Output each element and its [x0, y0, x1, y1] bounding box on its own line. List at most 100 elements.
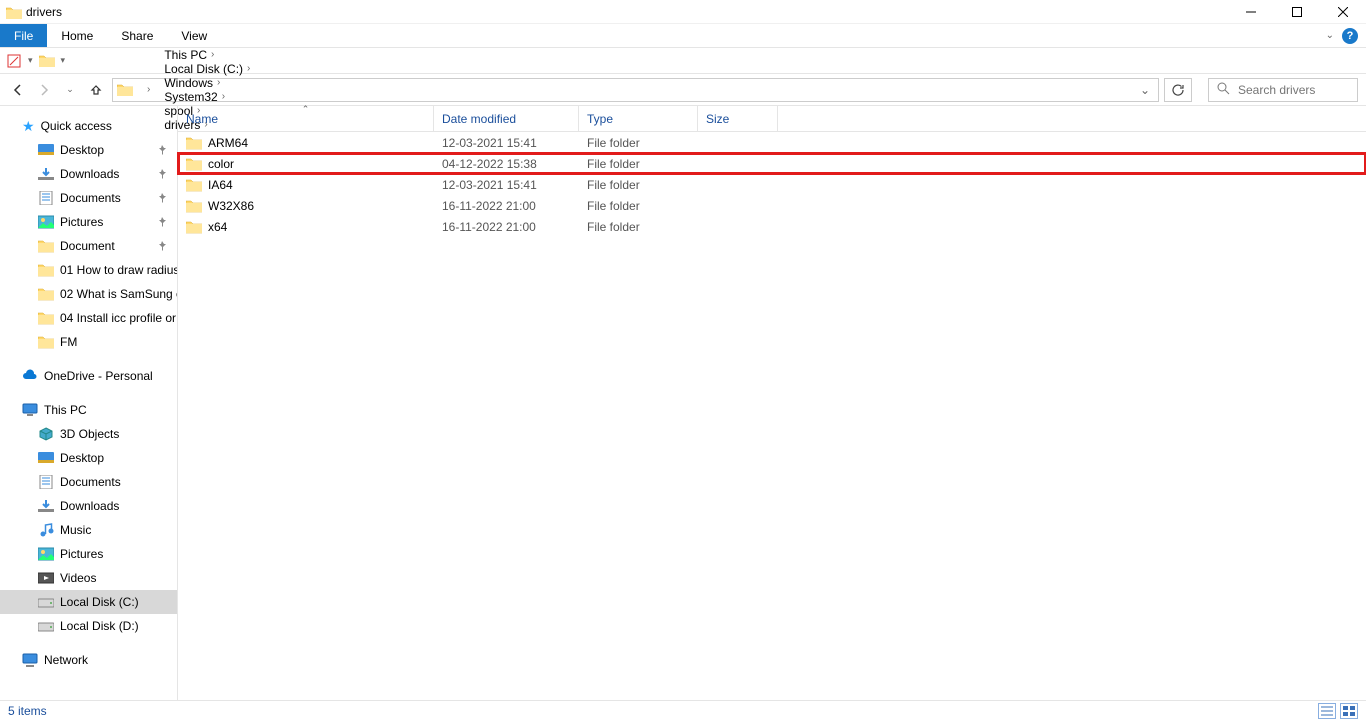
file-list: Name ⌃ Date modified Type Size ARM6412-0… — [178, 106, 1366, 700]
sidebar-item[interactable]: Local Disk (C:) — [0, 590, 177, 614]
recent-locations-button[interactable]: ⌄ — [60, 80, 80, 100]
sidebar-onedrive[interactable]: OneDrive - Personal — [0, 364, 177, 388]
breadcrumb-segment[interactable]: Local Disk (C:)› — [160, 62, 258, 76]
forward-button[interactable] — [34, 80, 54, 100]
sidebar-item[interactable]: 04 Install icc profile or — [0, 306, 177, 330]
drive-icon — [38, 619, 54, 633]
breadcrumb-segment[interactable]: System32› — [160, 90, 258, 104]
table-row[interactable]: color04-12-2022 15:38File folder — [178, 153, 1366, 174]
breadcrumb-segment[interactable]: This PC› — [160, 48, 258, 62]
sidebar-label: Network — [44, 653, 88, 667]
3d-icon — [38, 427, 54, 441]
sidebar-quickaccess[interactable]: ★ Quick access — [0, 114, 177, 138]
status-text: 5 items — [8, 704, 47, 718]
sidebar-item[interactable]: Local Disk (D:) — [0, 614, 177, 638]
sidebar-thispc[interactable]: This PC — [0, 398, 177, 422]
ribbon-chevron-icon[interactable]: ⌄ — [1326, 30, 1334, 41]
sidebar-item[interactable]: 02 What is SamSung c — [0, 282, 177, 306]
sidebar-item-label: Desktop — [60, 451, 104, 465]
address-bar[interactable]: › This PC›Local Disk (C:)›Windows›System… — [112, 78, 1159, 102]
pin-icon — [157, 240, 169, 252]
row-type: File folder — [579, 157, 698, 171]
row-type: File folder — [579, 199, 698, 213]
refresh-button[interactable] — [1164, 78, 1192, 102]
search-input[interactable] — [1238, 80, 1349, 100]
sidebar-item-label: 02 What is SamSung c — [60, 287, 177, 301]
view-details-button[interactable] — [1318, 703, 1336, 719]
sidebar-item[interactable]: Desktop — [0, 446, 177, 470]
sidebar-item[interactable]: Downloads — [0, 162, 177, 186]
maximize-button[interactable] — [1274, 0, 1320, 24]
back-button[interactable] — [8, 80, 28, 100]
sidebar-item[interactable]: Music — [0, 518, 177, 542]
table-row[interactable]: W32X8616-11-2022 21:00File folder — [178, 195, 1366, 216]
sidebar-item[interactable]: 3D Objects — [0, 422, 177, 446]
column-label: Type — [587, 112, 613, 126]
qat-chevron-icon[interactable]: ▾ — [28, 55, 33, 66]
crumb-root-chevron[interactable]: › — [139, 84, 158, 95]
sidebar-item-label: Pictures — [60, 215, 103, 229]
status-bar: 5 items — [0, 700, 1366, 720]
folder-icon — [186, 178, 202, 192]
sidebar-item-label: Local Disk (D:) — [60, 619, 139, 633]
column-name[interactable]: Name ⌃ — [178, 106, 434, 131]
address-dropdown-icon[interactable]: ⌄ — [1136, 83, 1154, 97]
qat-chevron2-icon[interactable]: ▾ — [61, 55, 66, 66]
close-button[interactable] — [1320, 0, 1366, 24]
row-date: 12-03-2021 15:41 — [434, 136, 579, 150]
sidebar-item[interactable]: Document — [0, 234, 177, 258]
breadcrumb-segment[interactable]: Windows› — [160, 76, 258, 90]
sidebar-label: This PC — [44, 403, 87, 417]
sidebar-item[interactable]: Pictures — [0, 210, 177, 234]
ribbon-tabs: File Home Share View ⌄ ? — [0, 24, 1366, 48]
sidebar-item[interactable]: Downloads — [0, 494, 177, 518]
column-size[interactable]: Size — [698, 106, 778, 131]
sidebar-item[interactable]: Desktop — [0, 138, 177, 162]
sidebar-item-label: Music — [60, 523, 91, 537]
tab-file[interactable]: File — [0, 24, 47, 47]
row-name: x64 — [208, 220, 227, 234]
search-box[interactable] — [1208, 78, 1358, 102]
tab-share[interactable]: Share — [107, 24, 167, 47]
qat-newfolder-icon[interactable] — [39, 53, 55, 69]
downloads-icon — [38, 167, 54, 181]
row-date: 16-11-2022 21:00 — [434, 199, 579, 213]
table-row[interactable]: ARM6412-03-2021 15:41File folder — [178, 132, 1366, 153]
folder-icon — [186, 220, 202, 234]
row-date: 04-12-2022 15:38 — [434, 157, 579, 171]
view-large-button[interactable] — [1340, 703, 1358, 719]
sidebar-network[interactable]: Network — [0, 648, 177, 672]
sidebar-item[interactable]: Documents — [0, 186, 177, 210]
network-icon — [22, 653, 38, 667]
drive-icon — [38, 595, 54, 609]
window-folder-icon — [6, 6, 20, 18]
music-icon — [38, 523, 54, 537]
sidebar-item-label: 04 Install icc profile or — [60, 311, 176, 325]
tab-home[interactable]: Home — [47, 24, 107, 47]
sidebar-item-label: FM — [60, 335, 77, 349]
table-row[interactable]: IA6412-03-2021 15:41File folder — [178, 174, 1366, 195]
qat-properties-icon[interactable] — [6, 53, 22, 69]
address-folder-icon — [117, 83, 133, 97]
sidebar-item[interactable]: Videos — [0, 566, 177, 590]
row-date: 12-03-2021 15:41 — [434, 178, 579, 192]
help-icon[interactable]: ? — [1342, 28, 1358, 44]
sidebar-item[interactable]: Documents — [0, 470, 177, 494]
navigation-pane: ★ Quick access DesktopDownloadsDocuments… — [0, 106, 178, 700]
sidebar-item-label: Local Disk (C:) — [60, 595, 139, 609]
sidebar-label: Quick access — [41, 119, 112, 133]
sidebar-item-label: Documents — [60, 475, 121, 489]
sidebar-item[interactable]: FM — [0, 330, 177, 354]
up-button[interactable] — [86, 80, 106, 100]
row-name: IA64 — [208, 178, 233, 192]
column-date[interactable]: Date modified — [434, 106, 579, 131]
breadcrumb-label: Windows — [164, 76, 213, 90]
column-type[interactable]: Type — [579, 106, 698, 131]
sidebar-item[interactable]: Pictures — [0, 542, 177, 566]
column-label: Size — [706, 112, 729, 126]
pin-icon — [157, 192, 169, 204]
sidebar-item[interactable]: 01 How to draw radius — [0, 258, 177, 282]
tab-view[interactable]: View — [167, 24, 221, 47]
table-row[interactable]: x6416-11-2022 21:00File folder — [178, 216, 1366, 237]
minimize-button[interactable] — [1228, 0, 1274, 24]
